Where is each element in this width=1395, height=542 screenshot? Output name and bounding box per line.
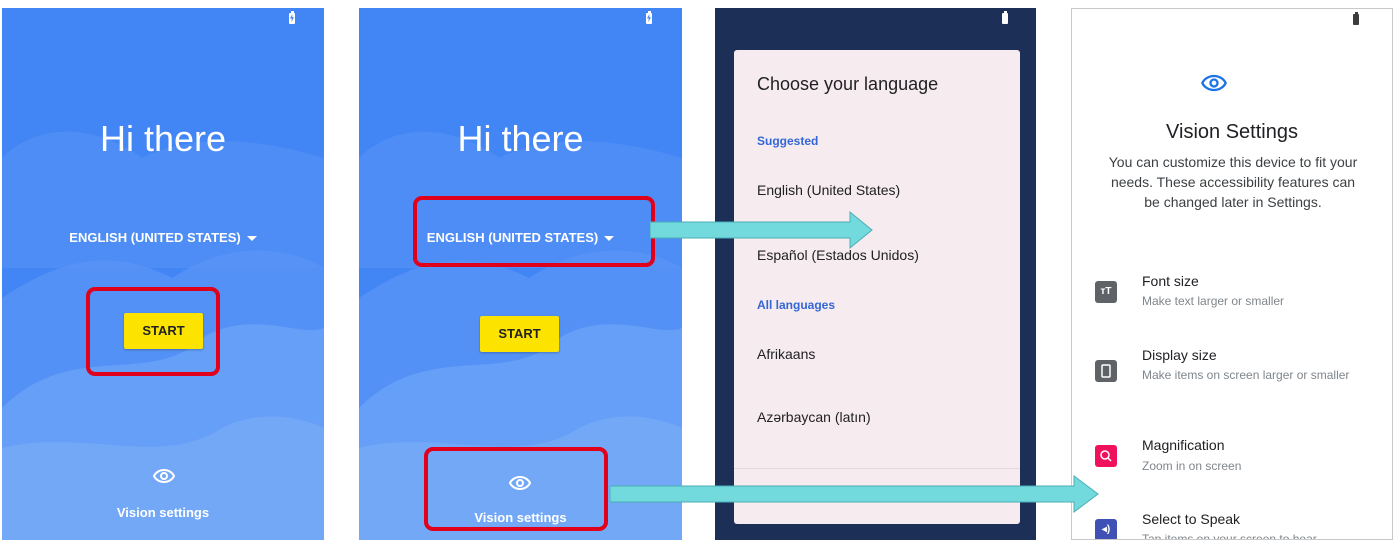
suggested-header: Suggested xyxy=(757,134,819,148)
vision-settings-link[interactable]: Vision settings xyxy=(2,505,324,520)
display-size-icon xyxy=(1095,360,1117,382)
speak-icon: ◂) xyxy=(1095,519,1117,539)
row-title: Select to Speak xyxy=(1142,511,1241,527)
greeting-title: Hi there xyxy=(99,118,227,159)
eye-icon xyxy=(1201,74,1227,92)
greeting-title: Hi there xyxy=(457,118,584,159)
screen-language-picker: Choose your language Suggested English (… xyxy=(715,8,1036,540)
magnify-icon xyxy=(1095,445,1117,467)
language-label: ENGLISH (UNITED STATES) xyxy=(69,230,241,245)
battery-icon xyxy=(646,11,652,24)
battery-icon xyxy=(289,11,295,24)
start-button[interactable]: START xyxy=(480,316,559,352)
row-subtitle: Make text larger or smaller xyxy=(1142,294,1285,308)
all-languages-header: All languages xyxy=(757,298,836,312)
language-dialog: Choose your language Suggested English (… xyxy=(734,50,1020,524)
row-subtitle: Zoom in on screen xyxy=(1142,459,1242,473)
arrow-to-vision-settings xyxy=(610,475,1099,513)
cloud-background xyxy=(2,131,324,540)
highlight-start-button xyxy=(86,287,220,376)
language-selector[interactable]: ENGLISH (UNITED STATES) xyxy=(2,230,324,245)
screen-welcome-1: Hi there ENGLISH (UNITED STATES) START V… xyxy=(2,8,324,540)
battery-icon xyxy=(1002,11,1008,24)
vision-settings-description: You can customize this device to fit you… xyxy=(1108,154,1358,210)
row-title: Font size xyxy=(1142,273,1199,289)
highlight-vision-settings xyxy=(424,447,608,531)
language-option[interactable]: Afrikaans xyxy=(757,346,815,362)
language-option[interactable]: English (United States) xyxy=(757,182,900,198)
dropdown-caret-icon xyxy=(246,236,257,242)
highlight-language-selector xyxy=(413,196,655,267)
battery-icon xyxy=(1353,12,1359,25)
screen-vision-settings: Vision Settings You can customize this d… xyxy=(1071,8,1393,540)
row-subtitle: Tap items on your screen to hear xyxy=(1142,532,1317,540)
row-title: Magnification xyxy=(1142,437,1225,453)
arrow-to-language-dialog xyxy=(650,210,873,250)
dialog-divider xyxy=(734,468,1020,469)
text-size-icon: тT xyxy=(1095,281,1117,303)
row-title: Display size xyxy=(1142,347,1217,363)
dialog-title: Choose your language xyxy=(757,74,939,94)
vision-settings-title: Vision Settings xyxy=(1166,121,1298,143)
language-option[interactable]: Azərbaycan (latın) xyxy=(757,409,871,425)
row-subtitle: Make items on screen larger or smaller xyxy=(1142,368,1350,382)
eye-icon xyxy=(152,468,176,484)
